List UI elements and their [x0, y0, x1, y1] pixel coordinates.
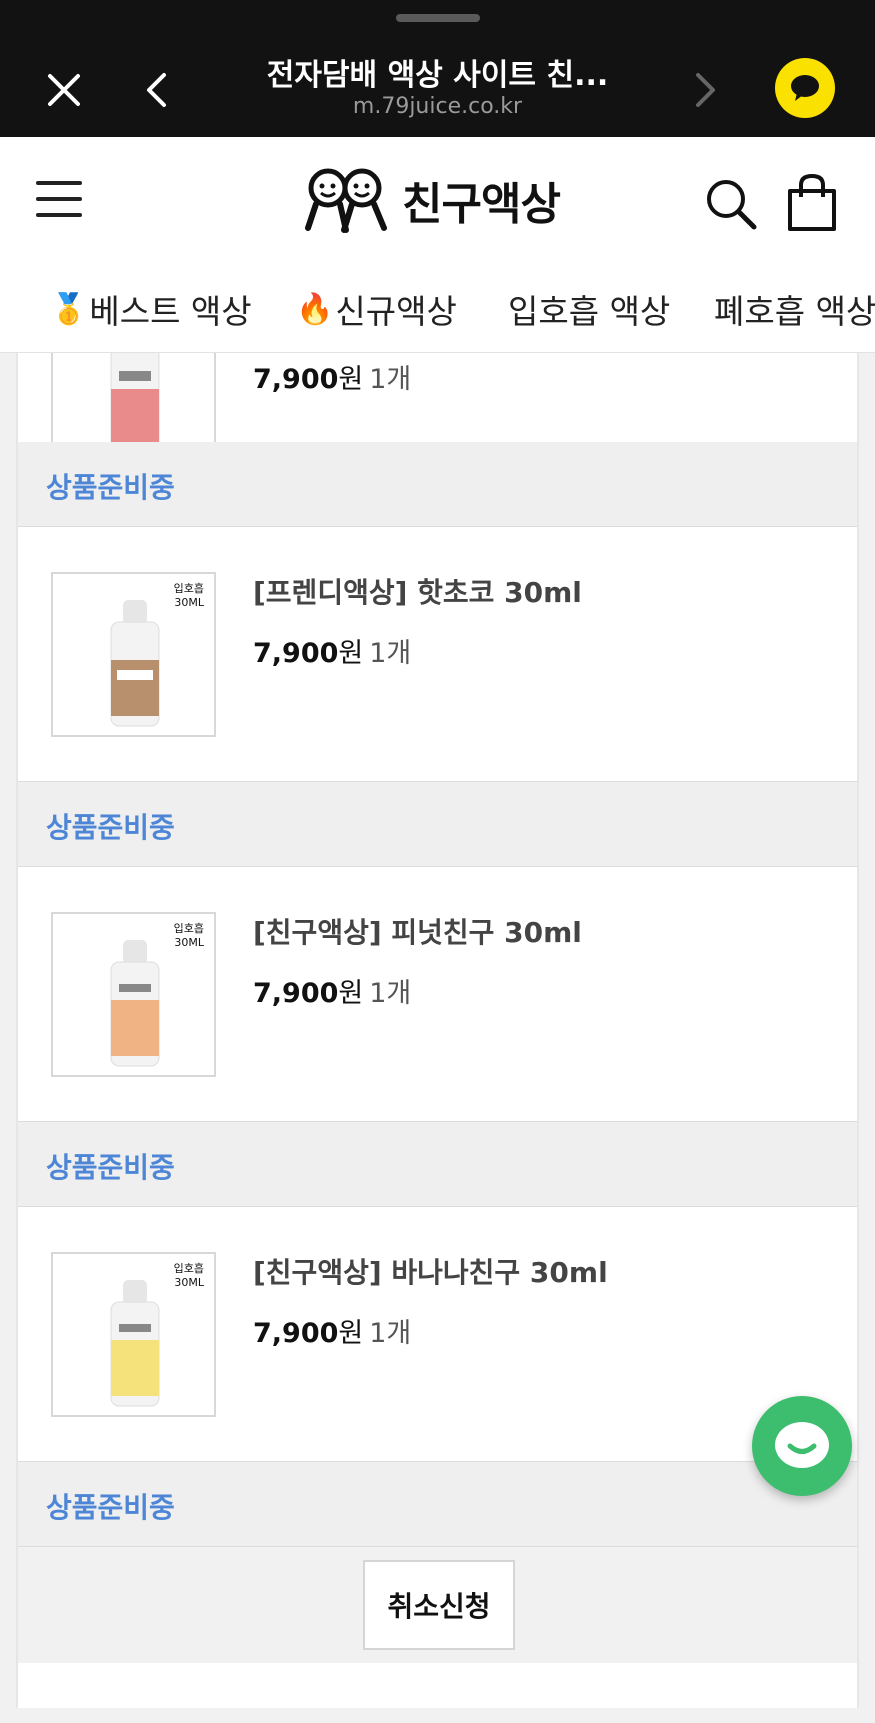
thumbnail-tag: 입호흡 30ML	[173, 1262, 204, 1289]
logo-text: 친구액상	[402, 179, 561, 230]
order-item[interactable]: 입호흡 30ML [프렌디액상] 핫초코 30ml 7,900원 1개	[18, 527, 857, 782]
thumbnail-tag: 입호흡 30ML	[173, 582, 204, 609]
nav-best-liquid[interactable]: 🥇 베스트 액상	[50, 285, 252, 333]
cart-icon[interactable]	[784, 173, 840, 233]
item-price: 7,900원 1개	[253, 1318, 412, 1349]
nav-item-label: 폐호흡 액상	[714, 292, 875, 331]
order-list: 7,900원 1개 상품준비중 입호흡 30ML [프렌디액상] 핫초코 30ml …	[16, 353, 859, 1708]
product-thumbnail[interactable]: 입호흡 30ML	[51, 1252, 216, 1417]
sheet-grabber[interactable]	[396, 14, 480, 22]
thumbnail-tag: 입호흡 30ML	[173, 922, 204, 949]
nav-mtl-liquid[interactable]: 입호흡 액상	[508, 285, 670, 333]
logo-mascot-icon	[305, 168, 387, 233]
nav-item-label: 신규액상	[335, 292, 457, 331]
product-thumbnail[interactable]: 입호흡 30ML	[51, 912, 216, 1077]
site-header: 친구액상	[0, 137, 875, 255]
order-status-row: 상품준비중	[18, 1122, 857, 1207]
menu-icon[interactable]	[36, 179, 84, 219]
product-thumbnail[interactable]: 입호흡 30ML	[51, 572, 216, 737]
browser-page-title: 전자담배 액상 사이트 친...	[266, 58, 609, 93]
order-status: 상품준비중	[46, 811, 175, 844]
search-icon[interactable]	[704, 177, 758, 231]
nav-dtl-liquid[interactable]: 폐호흡 액상	[714, 285, 875, 333]
browser-top-bar: 전자담배 액상 사이트 친... m.79juice.co.kr	[0, 0, 875, 137]
nav-item-label: 입호흡 액상	[508, 292, 671, 331]
product-name[interactable]: [프렌디액상] 핫초코 30ml	[253, 571, 582, 611]
order-status-row: 상품준비중	[18, 1462, 857, 1547]
cancel-request-button[interactable]: 취소신청	[363, 1560, 515, 1650]
order-item[interactable]: 입호흡 30ML [친구액상] 바나나친구 30ml 7,900원 1개	[18, 1207, 857, 1462]
back-icon[interactable]	[136, 66, 176, 114]
browser-url: m.79juice.co.kr	[352, 94, 523, 119]
item-price: 7,900원 1개	[253, 638, 412, 669]
close-icon[interactable]	[40, 66, 88, 114]
product-name[interactable]: [친구액상] 바나나친구 30ml	[253, 1251, 608, 1291]
site-logo[interactable]: 친구액상	[300, 165, 580, 235]
order-status-row: 상품준비중	[18, 782, 857, 867]
medal-icon: 🥇	[50, 291, 88, 327]
fire-icon: 🔥	[296, 291, 334, 327]
order-status: 상품준비중	[46, 1151, 175, 1184]
nav-item-label: 베스트 액상	[89, 292, 252, 331]
order-status: 상품준비중	[46, 1491, 175, 1524]
product-name[interactable]: [친구액상] 피넛친구 30ml	[253, 911, 582, 951]
order-actions: 취소신청	[18, 1547, 857, 1663]
kakao-chat-icon[interactable]	[775, 58, 835, 118]
item-price: 7,900원 1개	[253, 364, 412, 395]
order-status: 상품준비중	[46, 471, 175, 504]
category-nav: 🥇 베스트 액상 🔥 신규액상 입호흡 액상 폐호흡 액상	[0, 255, 875, 353]
forward-icon[interactable]	[686, 66, 726, 114]
chat-support-icon[interactable]	[752, 1396, 852, 1496]
order-item[interactable]: 입호흡 30ML [친구액상] 피넛친구 30ml 7,900원 1개	[18, 867, 857, 1122]
order-status-row: 상품준비중	[18, 442, 857, 527]
nav-new-liquid[interactable]: 🔥 신규액상	[296, 285, 457, 333]
item-price: 7,900원 1개	[253, 978, 412, 1009]
